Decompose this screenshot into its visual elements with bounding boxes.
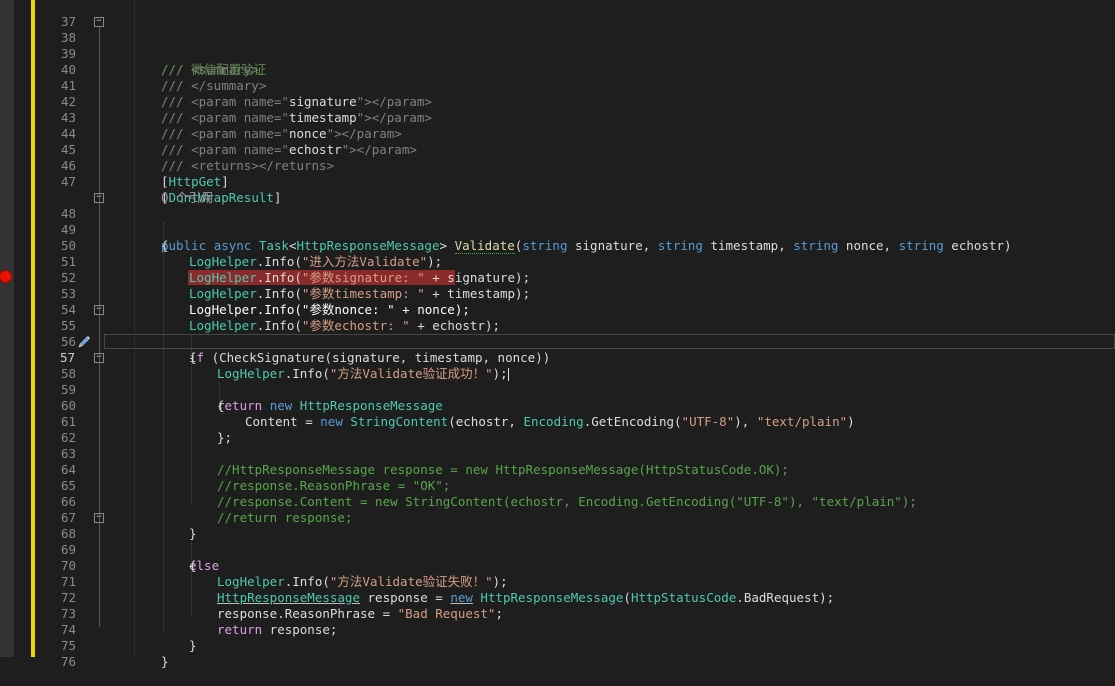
code-line-48[interactable]: 48 public async Task<HttpResponseMessage… [0, 190, 1115, 254]
code-line-71[interactable]: 71 HttpResponseMessage response = new Ht… [0, 558, 1115, 605]
code-line-53[interactable]: 53 LogHelper.Info("参数nonce: " + nonce); [0, 270, 1115, 317]
code-line-44[interactable]: 44 /// <param name="echostr"></param> [0, 110, 1115, 157]
code-line-41[interactable]: 41 /// <param name="signature"></param> [0, 62, 1115, 109]
collapse-icon[interactable] [94, 305, 104, 315]
code-line-56[interactable]: 56 { [0, 318, 1115, 365]
code-text: } [161, 654, 169, 669]
code-line-70[interactable]: 70 LogHelper.Info("方法Validate验证失败！"); [0, 542, 1115, 589]
code-line-76[interactable]: 76 [0, 638, 1115, 669]
code-line-55[interactable]: 55 if (CheckSignature(signature, timesta… [0, 302, 1115, 365]
code-line-47[interactable]: 47 [DontWrapResult] [0, 158, 1115, 205]
code-line-57[interactable]: 57 LogHelper.Info("方法Validate验证成功！"); [0, 334, 1115, 381]
code-line-37[interactable]: 37 [0, 0, 1115, 29]
code-line-69[interactable]: 69 { [0, 526, 1115, 573]
code-line-73[interactable]: 73 return response; [0, 590, 1115, 637]
code-line-72[interactable]: 72 response.ReasonPhrase = "Bad Request"… [0, 574, 1115, 621]
code-line-46[interactable]: 46 [HttpGet] [0, 142, 1115, 189]
code-line-51[interactable]: 51 LogHelper.Info("参数signature: " + sign… [0, 238, 1115, 285]
collapse-icon[interactable] [94, 513, 104, 523]
code-line-67[interactable]: 67 } [0, 494, 1115, 541]
code-line-63[interactable]: 63 //HttpResponseMessage response = new … [0, 430, 1115, 477]
collapse-icon[interactable] [94, 193, 104, 203]
code-line-38[interactable]: 38 /// <summary> [0, 14, 1115, 77]
code-line-42[interactable]: 42 /// <param name="timestamp"></param> [0, 78, 1115, 125]
line-number: 76 [60, 654, 76, 669]
code-line-40[interactable]: 40 /// </summary> [0, 46, 1115, 93]
code-line-39[interactable]: 39 /// 微信配置验证 [0, 30, 1115, 77]
code-line-75[interactable]: 75 } [0, 622, 1115, 669]
code-line-64[interactable]: 64 //response.ReasonPhrase = "OK"; [0, 446, 1115, 493]
collapse-icon[interactable] [94, 353, 104, 363]
code-line-49[interactable]: 49 { [0, 206, 1115, 253]
code-line-50[interactable]: 50 LogHelper.Info("进入方法Validate"); [0, 222, 1115, 269]
code-line-74[interactable]: 74 } [0, 606, 1115, 653]
code-editor[interactable]: 37 38 /// <summary> 39 /// 微信配置验证 40 ///… [0, 0, 1115, 669]
code-line-61[interactable]: 61 }; [0, 398, 1115, 445]
code-line-60[interactable]: 60 Content = new StringContent(echostr, … [0, 382, 1115, 429]
code-line-45[interactable]: 45 /// <returns></returns> [0, 126, 1115, 173]
code-line-59[interactable]: 59 { [0, 366, 1115, 413]
codelens-row: 0 个引用 [0, 174, 1115, 205]
code-line-58[interactable]: 58 return new HttpResponseMessage [0, 350, 1115, 413]
collapse-icon[interactable] [94, 17, 104, 27]
code-line-65[interactable]: 65 //response.Content = new StringConten… [0, 462, 1115, 509]
code-line-54[interactable]: 54 LogHelper.Info("参数echostr: " + echost… [0, 286, 1115, 333]
code-line-66[interactable]: 66 //return response; [0, 478, 1115, 525]
code-line-68[interactable]: 68 else [0, 510, 1115, 573]
code-line-43[interactable]: 43 /// <param name="nonce"></param> [0, 94, 1115, 141]
code-line-62[interactable]: 62 [0, 414, 1115, 445]
code-line-52[interactable]: 52 LogHelper.Info("参数timestamp: " + time… [0, 254, 1115, 301]
